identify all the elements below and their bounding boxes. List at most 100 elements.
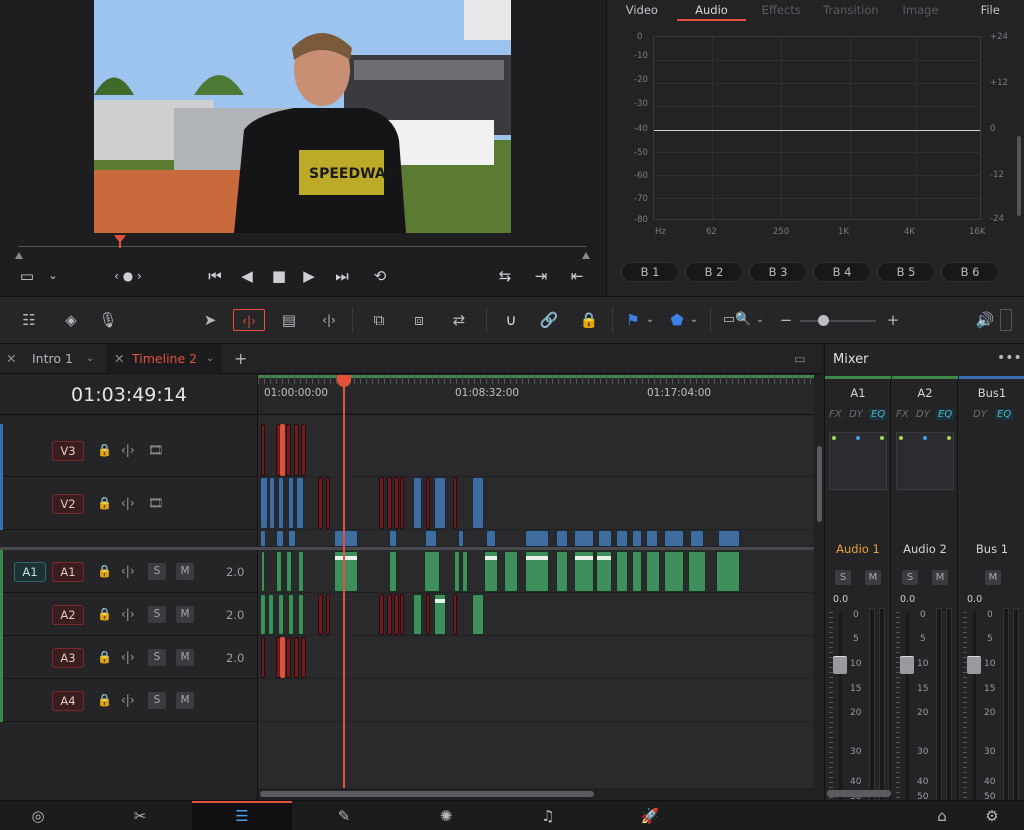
lane-a2[interactable] bbox=[258, 593, 814, 636]
close-tab-icon[interactable]: ✕ bbox=[114, 344, 124, 374]
volume-icon[interactable]: 🔊 bbox=[974, 309, 996, 331]
eq-toggle[interactable]: EQ bbox=[995, 409, 1014, 420]
eq-band-button[interactable]: B 5 bbox=[877, 262, 935, 282]
video-clip[interactable] bbox=[718, 530, 740, 547]
volume-fader[interactable] bbox=[967, 656, 981, 674]
disabled-clip[interactable] bbox=[394, 477, 399, 529]
audio-clip[interactable] bbox=[616, 551, 628, 592]
av-divider[interactable] bbox=[258, 547, 814, 550]
disabled-clip[interactable] bbox=[326, 477, 330, 529]
audio-clip[interactable] bbox=[278, 594, 284, 635]
timeline-horizontal-scrollbar[interactable] bbox=[258, 788, 814, 800]
eq-band-button[interactable]: B 6 bbox=[941, 262, 999, 282]
volume-fader-track[interactable] bbox=[839, 612, 842, 802]
position-lock-icon[interactable]: 🔒 bbox=[578, 309, 600, 331]
disabled-clip[interactable] bbox=[387, 594, 392, 635]
viewer-playhead-handle[interactable] bbox=[114, 235, 126, 243]
tab-audio[interactable]: Audio bbox=[676, 0, 747, 21]
play-icon[interactable]: ▶ bbox=[298, 266, 320, 286]
prev-edit-icon[interactable]: ⇤ bbox=[566, 266, 588, 286]
audio-clip[interactable] bbox=[596, 551, 612, 592]
disabled-clip[interactable] bbox=[318, 594, 323, 635]
timeline-vertical-scrollbar[interactable] bbox=[814, 375, 824, 800]
mute-button[interactable]: M bbox=[176, 692, 194, 709]
marker-icon[interactable]: ⬟ bbox=[668, 309, 686, 331]
audio-clip[interactable] bbox=[334, 551, 358, 592]
disabled-clip[interactable] bbox=[400, 594, 404, 635]
reverse-play-icon[interactable]: ◀ bbox=[236, 266, 258, 286]
insert-clip-icon[interactable]: ⧉ bbox=[366, 309, 392, 331]
eq-band-button[interactable]: B 4 bbox=[813, 262, 871, 282]
lane-v2[interactable] bbox=[258, 477, 814, 530]
dynamics-toggle[interactable]: DY bbox=[916, 409, 930, 420]
tab-transition[interactable]: Transition bbox=[816, 0, 886, 21]
audio-clip[interactable] bbox=[632, 551, 642, 592]
volume-fader[interactable] bbox=[833, 656, 847, 674]
loop-icon[interactable]: ⟲ bbox=[369, 266, 391, 286]
disabled-clip[interactable] bbox=[261, 637, 265, 678]
lock-icon[interactable]: 🔒 bbox=[97, 692, 112, 708]
solo-button[interactable]: S bbox=[148, 563, 166, 580]
chevron-down-icon[interactable]: ⌄ bbox=[206, 344, 214, 374]
color-icon[interactable]: ✺ bbox=[434, 805, 458, 827]
disabled-clip[interactable] bbox=[387, 477, 392, 529]
disabled-clip[interactable] bbox=[301, 637, 306, 678]
lane-v3[interactable] bbox=[258, 424, 814, 477]
overwrite-clip-icon[interactable]: ⧈ bbox=[406, 309, 432, 331]
video-clip[interactable] bbox=[598, 530, 612, 547]
disabled-clip[interactable] bbox=[261, 424, 265, 476]
track-label-a3[interactable]: A3 bbox=[52, 648, 84, 668]
next-edit-icon[interactable]: ⇥ bbox=[530, 266, 552, 286]
audio-clip[interactable] bbox=[434, 594, 446, 635]
cut-icon[interactable]: ✂ bbox=[128, 805, 152, 827]
video-clip[interactable] bbox=[472, 477, 484, 529]
volume-fader[interactable] bbox=[900, 656, 914, 674]
mute-button[interactable]: M bbox=[932, 570, 948, 585]
volume-fader-track[interactable] bbox=[973, 612, 976, 802]
auto-select-icon[interactable]: ‹|› bbox=[121, 692, 135, 708]
video-clip[interactable] bbox=[664, 530, 684, 547]
inspector-scrollbar[interactable] bbox=[1017, 136, 1021, 216]
tab-image[interactable]: Image bbox=[886, 0, 956, 21]
audio-clip[interactable] bbox=[664, 551, 684, 592]
fairlight-icon[interactable]: ♫ bbox=[536, 805, 560, 827]
film-icon[interactable]: 🎞 bbox=[148, 442, 163, 458]
eq-band-button[interactable]: B 1 bbox=[621, 262, 679, 282]
lock-icon[interactable]: 🔒 bbox=[97, 563, 112, 579]
disabled-clip[interactable] bbox=[379, 477, 384, 529]
disabled-clip[interactable] bbox=[453, 594, 457, 635]
audio-clip[interactable] bbox=[556, 551, 568, 592]
video-clip-thumbnail[interactable] bbox=[525, 530, 549, 547]
disabled-clip[interactable] bbox=[453, 477, 457, 529]
clip-nav-icon[interactable]: ‹ ● › bbox=[104, 266, 152, 286]
eq-curve[interactable] bbox=[654, 130, 980, 131]
auto-select-icon[interactable]: ‹|› bbox=[121, 442, 135, 458]
home-icon[interactable]: ⌂ bbox=[930, 805, 954, 827]
audio-clip[interactable] bbox=[286, 551, 292, 592]
trim-tool-icon[interactable]: ‹|› bbox=[233, 309, 265, 331]
snapping-icon[interactable]: ∪ bbox=[500, 309, 522, 331]
track-label-a2[interactable]: A2 bbox=[52, 605, 84, 625]
audio-clip[interactable] bbox=[413, 594, 422, 635]
mixer-scrollbar[interactable] bbox=[827, 790, 891, 797]
eq-thumbnail[interactable] bbox=[896, 432, 954, 490]
video-clip[interactable] bbox=[646, 530, 658, 547]
solo-button[interactable]: S bbox=[148, 649, 166, 666]
video-clip[interactable] bbox=[260, 477, 268, 529]
disabled-clip[interactable] bbox=[318, 477, 323, 529]
video-clip[interactable] bbox=[690, 530, 704, 547]
video-clip[interactable] bbox=[556, 530, 568, 547]
dynamics-toggle[interactable]: DY bbox=[973, 409, 987, 420]
mute-button[interactable]: M bbox=[985, 570, 1001, 585]
timeline-timecode[interactable]: 01:03:49:14 bbox=[0, 375, 258, 415]
voiceover-mic-icon[interactable]: 🎙 bbox=[96, 309, 120, 331]
source-patch-a1[interactable]: A1 bbox=[14, 562, 46, 582]
jump-to-start-icon[interactable]: ⏮ bbox=[204, 266, 226, 286]
tab-intro-1[interactable]: Intro 1 bbox=[32, 344, 73, 374]
match-frame-icon[interactable]: ⇆ bbox=[494, 266, 516, 286]
disabled-clip[interactable] bbox=[426, 594, 430, 635]
chevron-down-icon[interactable]: ⌄ bbox=[754, 309, 766, 331]
eq-thumbnail[interactable] bbox=[829, 432, 887, 490]
disabled-clip[interactable] bbox=[286, 424, 291, 476]
audio-clip[interactable] bbox=[716, 551, 740, 592]
